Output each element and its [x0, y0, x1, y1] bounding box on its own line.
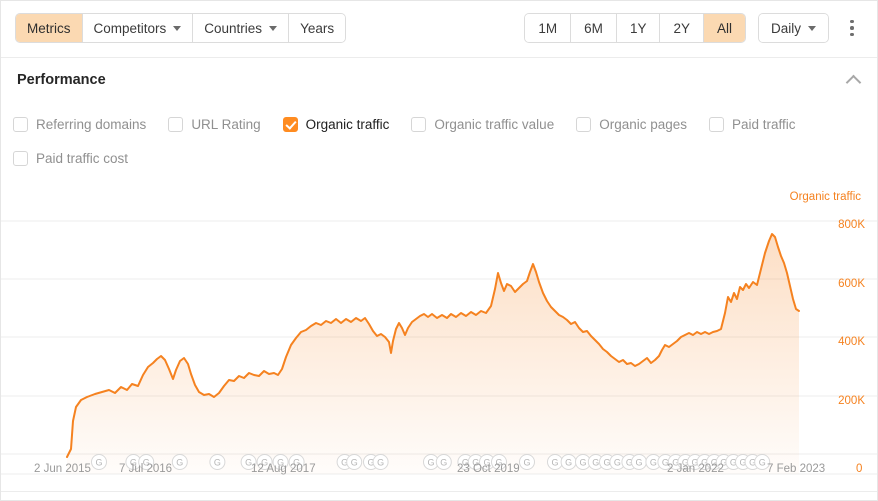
chevron-up-icon[interactable]	[845, 71, 863, 89]
metric-checkbox-list: Referring domains URL Rating Organic tra…	[1, 107, 877, 175]
granularity-dropdown[interactable]: Daily	[757, 13, 829, 43]
section-header: Performance	[1, 57, 877, 102]
checkbox-organic-traffic[interactable]: Organic traffic	[282, 116, 390, 132]
tab-years-label: Years	[300, 20, 335, 36]
checkbox-label: Organic traffic value	[434, 116, 555, 132]
checkbox-url-rating[interactable]: URL Rating	[168, 116, 261, 132]
kebab-dot	[850, 32, 854, 37]
chart-toolbar: Metrics Competitors Countries Years 1M 6…	[1, 1, 877, 55]
metric-row-1: Referring domains URL Rating Organic tra…	[13, 107, 867, 141]
x-axis-labels: 2 Jun 2015 7 Jul 2016 12 Aug 2017 23 Oct…	[1, 463, 877, 483]
range-2y[interactable]: 2Y	[660, 14, 704, 42]
checkbox-label: Organic pages	[599, 116, 688, 132]
area-fill-path	[67, 234, 799, 474]
chart-area-fill	[67, 234, 799, 474]
tab-years[interactable]: Years	[289, 14, 346, 42]
checkbox-box	[168, 116, 184, 132]
tab-metrics-label: Metrics	[27, 20, 71, 36]
chevron-down-icon	[808, 26, 816, 31]
chart-legend-organic-traffic: Organic traffic	[789, 191, 861, 203]
x-tick-3: 23 Oct 2019	[457, 463, 520, 475]
range-1y-label: 1Y	[629, 20, 647, 36]
view-tabs-group: Metrics Competitors Countries Years	[15, 13, 347, 43]
tab-countries[interactable]: Countries	[193, 14, 290, 42]
granularity-value[interactable]: Daily	[758, 14, 828, 42]
range-2y-label: 2Y	[673, 20, 690, 36]
checkbox-paid-traffic-cost[interactable]: Paid traffic cost	[13, 150, 129, 166]
granularity-label: Daily	[770, 20, 801, 36]
checkbox-box	[13, 116, 28, 132]
tab-metrics[interactable]: Metrics	[16, 14, 83, 42]
checkbox-label: Referring domains	[36, 116, 147, 132]
range-all[interactable]: All	[703, 14, 745, 42]
chevron-down-icon	[173, 26, 182, 31]
y-tick-400k: 400K	[838, 336, 865, 348]
range-all-label: All	[716, 20, 732, 36]
chart-plot-area[interactable]: GGGGGGGGGGGGGGGGGGGGGGGGGGGGGGGGGGGGGGGG	[1, 206, 877, 476]
range-1m[interactable]: 1M	[525, 14, 572, 42]
date-range-group: 1M 6M 1Y 2Y All	[524, 13, 746, 43]
x-tick-4: 2 Jan 2022	[667, 463, 724, 475]
checkbox-referring-domains[interactable]: Referring domains	[13, 116, 147, 132]
chevron-down-icon	[269, 26, 278, 31]
range-1y[interactable]: 1Y	[616, 14, 661, 42]
range-1m-label: 1M	[538, 20, 558, 36]
checkbox-label: Paid traffic	[732, 116, 796, 132]
page-title: Performance	[17, 72, 106, 88]
performance-panel: Metrics Competitors Countries Years 1M 6…	[0, 0, 878, 501]
checkbox-label: Paid traffic cost	[36, 150, 129, 166]
x-tick-0: 2 Jun 2015	[34, 463, 91, 475]
tab-countries-label: Countries	[204, 20, 263, 36]
y-tick-800k: 800K	[838, 219, 865, 231]
x-tick-5: 7 Feb 2023	[767, 463, 826, 475]
checkbox-organic-pages[interactable]: Organic pages	[576, 116, 688, 132]
x-tick-1: 7 Jul 2016	[119, 463, 173, 475]
y-tick-zero: 0	[856, 463, 863, 475]
panel-divider	[1, 491, 877, 492]
checkbox-box	[411, 116, 427, 132]
range-6m-label: 6M	[584, 20, 603, 36]
tab-competitors[interactable]: Competitors	[82, 14, 194, 42]
y-tick-200k: 200K	[838, 395, 865, 407]
kebab-dot	[850, 19, 854, 24]
chart-svg: GGGGGGGGGGGGGGGGGGGGGGGGGGGGGGGGGGGGGGGG	[1, 220, 877, 475]
checkbox-box	[576, 116, 592, 132]
metric-row-2: Paid traffic cost	[13, 141, 867, 175]
kebab-dot	[850, 26, 854, 30]
x-tick-2: 12 Aug 2017	[251, 463, 316, 475]
checkbox-label: URL Rating	[191, 116, 261, 132]
tab-competitors-label: Competitors	[93, 20, 167, 36]
organic-traffic-chart: Organic traffic GGGGGGGGGGGGGGGGGGGGGGGG…	[1, 191, 877, 481]
range-6m[interactable]: 6M	[571, 14, 617, 42]
y-tick-600k: 600K	[838, 278, 865, 290]
checkbox-box	[709, 116, 725, 132]
checkbox-box-checked	[282, 116, 298, 132]
checkbox-label: Organic traffic	[305, 116, 390, 132]
checkbox-paid-traffic[interactable]: Paid traffic	[709, 116, 796, 132]
checkbox-box	[13, 150, 28, 166]
kebab-menu-icon[interactable]	[839, 13, 865, 43]
checkbox-organic-traffic-value[interactable]: Organic traffic value	[411, 116, 555, 132]
